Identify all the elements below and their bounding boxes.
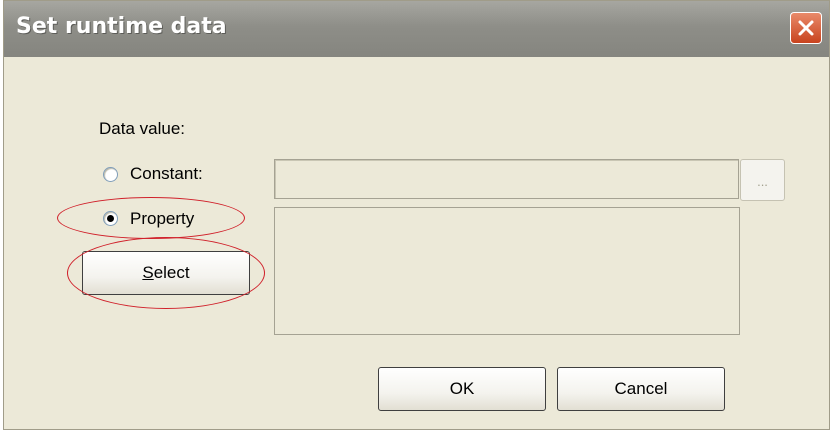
data-value-label: Data value:: [99, 119, 185, 138]
set-runtime-data-dialog: Set runtime data Data value: Constant: P…: [3, 0, 830, 430]
browse-button[interactable]: ...: [740, 159, 785, 201]
close-button[interactable]: [790, 12, 822, 44]
close-icon: [798, 20, 814, 36]
cancel-button[interactable]: Cancel: [557, 367, 725, 411]
constant-radio[interactable]: [103, 167, 118, 182]
constant-label: Constant:: [130, 164, 203, 183]
ok-button[interactable]: OK: [378, 367, 546, 411]
title-bar[interactable]: Set runtime data: [4, 1, 829, 57]
constant-input[interactable]: [274, 159, 739, 199]
annotation-ellipse-property: [57, 197, 245, 239]
annotation-ellipse-select: [67, 237, 265, 309]
property-list[interactable]: [274, 207, 740, 335]
dialog-title: Set runtime data: [16, 14, 227, 39]
